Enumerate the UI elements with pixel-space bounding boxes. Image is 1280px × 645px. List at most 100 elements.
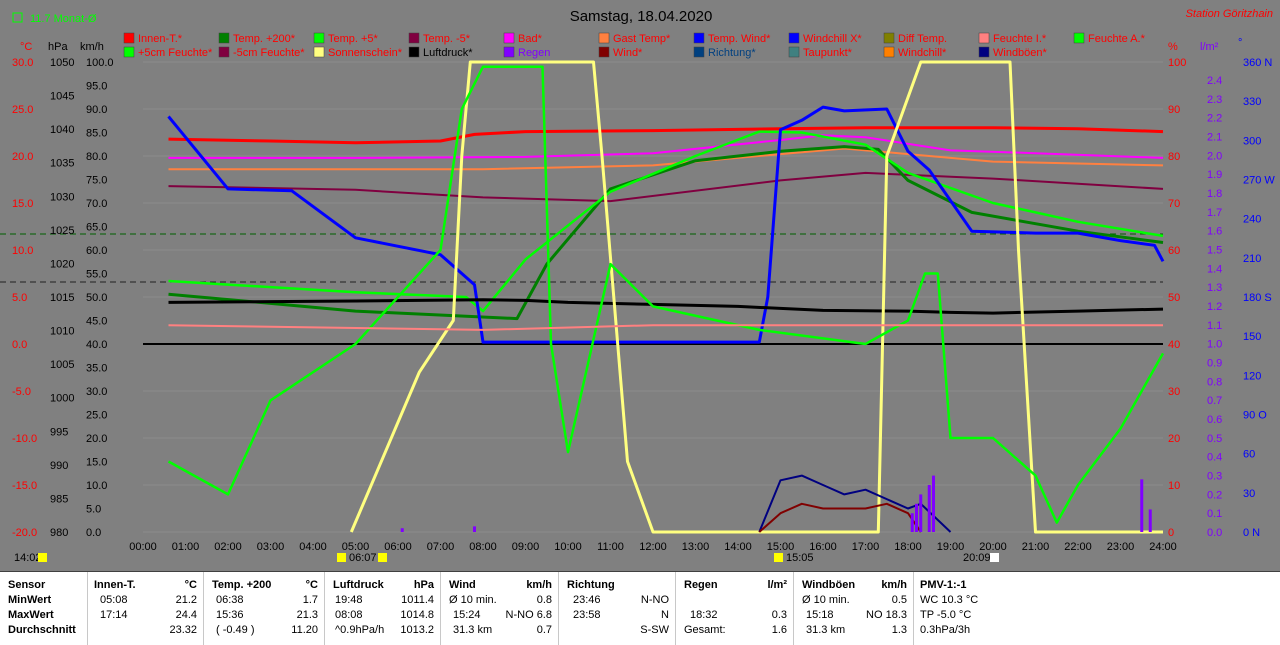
legend-swatch[interactable] [883, 32, 895, 44]
legend-swatch[interactable] [598, 46, 610, 58]
legend-swatch[interactable] [123, 32, 135, 44]
legend-swatch[interactable] [408, 46, 420, 58]
y-tick-lm2: 1.1 [1207, 320, 1222, 332]
legend-label[interactable]: Luftdruck* [423, 47, 473, 59]
legend-label[interactable]: Temp. +200* [233, 33, 296, 45]
y-tick-celsius: 5.0 [12, 292, 27, 304]
time-marker: 20:09 [963, 552, 991, 564]
y-tick-hpa: 1030 [50, 191, 74, 203]
y-tick-lm2: 0.0 [1207, 527, 1222, 539]
stats-boeen-row1-label: Ø 10 min. [802, 594, 850, 606]
legend-swatch[interactable] [693, 32, 705, 44]
legend-swatch[interactable] [883, 46, 895, 58]
legend-label[interactable]: Regen [518, 47, 550, 59]
y-tick-hpa: 985 [50, 493, 68, 505]
legend-label[interactable]: Windchill* [898, 47, 947, 59]
stats-col-regen: Regen l/m² 18:32 0.3 Gesamt: 1.6 [676, 572, 794, 645]
legend-label[interactable]: Windchill X* [803, 33, 862, 45]
legend-swatch[interactable] [123, 46, 135, 58]
legend-label[interactable]: Temp. -5* [423, 33, 471, 45]
stats-luft-min-time: 19:48 [335, 594, 363, 606]
legend-label[interactable]: Innen-T.* [138, 33, 183, 45]
legend-label[interactable]: +5cm Feuchte* [138, 47, 213, 59]
y-tick-degree: 150 [1243, 331, 1261, 343]
y-tick-lm2: 2.3 [1207, 94, 1222, 106]
station-name: Station Göritzhain [1186, 8, 1273, 20]
y-tick-percent: 80 [1168, 151, 1180, 163]
x-tick: 09:00 [512, 541, 540, 553]
legend-swatch[interactable] [313, 46, 325, 58]
legend-label[interactable]: -5cm Feuchte* [233, 47, 305, 59]
stats-regen-unit: l/m² [767, 579, 787, 591]
y-tick-degree: 210 [1243, 253, 1261, 265]
y-tick-kmh: 70.0 [86, 198, 107, 210]
x-tick: 07:00 [427, 541, 455, 553]
legend-swatch[interactable] [693, 46, 705, 58]
legend-swatch[interactable] [313, 32, 325, 44]
y-tick-celsius: 0.0 [12, 339, 27, 351]
legend-label[interactable]: Temp. +5* [328, 33, 379, 45]
y-tick-percent: 70 [1168, 198, 1180, 210]
stats-richtung-min-time: 23:46 [573, 594, 601, 606]
legend-label[interactable]: Diff Temp. [898, 33, 947, 45]
legend-label[interactable]: Taupunkt* [803, 47, 853, 59]
y-tick-hpa: 1050 [50, 57, 74, 69]
legend-swatch[interactable] [598, 32, 610, 44]
legend-label[interactable]: Gast Temp* [613, 33, 671, 45]
chart-title: Samstag, 18.04.2020 [570, 8, 713, 25]
stats-col-boeen: Windböen km/h Ø 10 min. 0.5 15:18 NO 18.3 3… [794, 572, 914, 645]
stats-col-sensor: Sensor MinWert MaxWert Durchschnitt [0, 572, 88, 645]
legend-swatch[interactable] [788, 46, 800, 58]
legend-swatch[interactable] [1073, 32, 1085, 44]
y-tick-degree: 120 [1243, 370, 1261, 382]
stats-col-temp200: Temp. +200 °C 06:38 1.7 15:36 21.3 ( -0.49 … [204, 572, 325, 645]
y-tick-kmh: 100.0 [86, 57, 114, 69]
y-tick-lm2: 0.5 [1207, 433, 1222, 445]
stats-regen-header: Regen [684, 579, 718, 591]
legend-swatch[interactable] [218, 32, 230, 44]
x-tick: 06:00 [384, 541, 412, 553]
x-tick: 10:00 [554, 541, 582, 553]
y-tick-hpa: 1000 [50, 393, 74, 405]
y-tick-hpa: 995 [50, 426, 68, 438]
y-tick-kmh: 40.0 [86, 339, 107, 351]
legend-label[interactable]: Windböen* [993, 47, 1048, 59]
y-tick-lm2: 1.2 [1207, 301, 1222, 313]
stats-luft-trend: ^0.9hPa/h [335, 624, 385, 636]
sunrise-icon [337, 553, 346, 562]
stats-label-min: MinWert [8, 594, 52, 606]
stats-richtung-min-value: N-NO [640, 594, 669, 606]
y-tick-degree: 180 S [1243, 292, 1272, 304]
y-tick-hpa: 1045 [50, 91, 74, 103]
legend-label[interactable]: Feuchte I.* [993, 33, 1047, 45]
stats-regen-max-time: 18:32 [690, 609, 718, 621]
legend-label[interactable]: Temp. Wind* [708, 33, 771, 45]
y-tick-kmh: 80.0 [86, 151, 107, 163]
stats-temp200-avg-note: ( -0.49 ) [216, 624, 255, 636]
legend-swatch[interactable] [788, 32, 800, 44]
y-tick-lm2: 1.8 [1207, 188, 1222, 200]
legend-swatch[interactable] [978, 32, 990, 44]
unit-percent: % [1168, 41, 1178, 53]
rain-bar [927, 485, 931, 532]
y-tick-lm2: 2.0 [1207, 150, 1222, 162]
y-tick-percent: 10 [1168, 480, 1180, 492]
stats-wind-row1-value: 0.8 [536, 594, 552, 606]
y-tick-degree: 30 [1243, 488, 1255, 500]
legend-label[interactable]: Feuchte A.* [1088, 33, 1146, 45]
legend-label[interactable]: Sonnenschein* [328, 47, 403, 59]
time-marker: 15:05 [786, 552, 814, 564]
legend-label[interactable]: Bad* [518, 33, 543, 45]
legend-swatch[interactable] [978, 46, 990, 58]
y-tick-celsius: 25.0 [12, 104, 33, 116]
y-tick-lm2: 1.9 [1207, 169, 1222, 181]
legend-swatch[interactable] [408, 32, 420, 44]
x-tick: 23:00 [1107, 541, 1135, 553]
legend-label[interactable]: Richtung* [708, 47, 756, 59]
legend-swatch[interactable] [218, 46, 230, 58]
legend-label[interactable]: Wind* [613, 47, 643, 59]
x-tick: 11:00 [597, 541, 624, 553]
legend-swatch[interactable] [503, 32, 515, 44]
y-tick-celsius: -10.0 [12, 433, 37, 445]
legend-swatch[interactable] [503, 46, 515, 58]
